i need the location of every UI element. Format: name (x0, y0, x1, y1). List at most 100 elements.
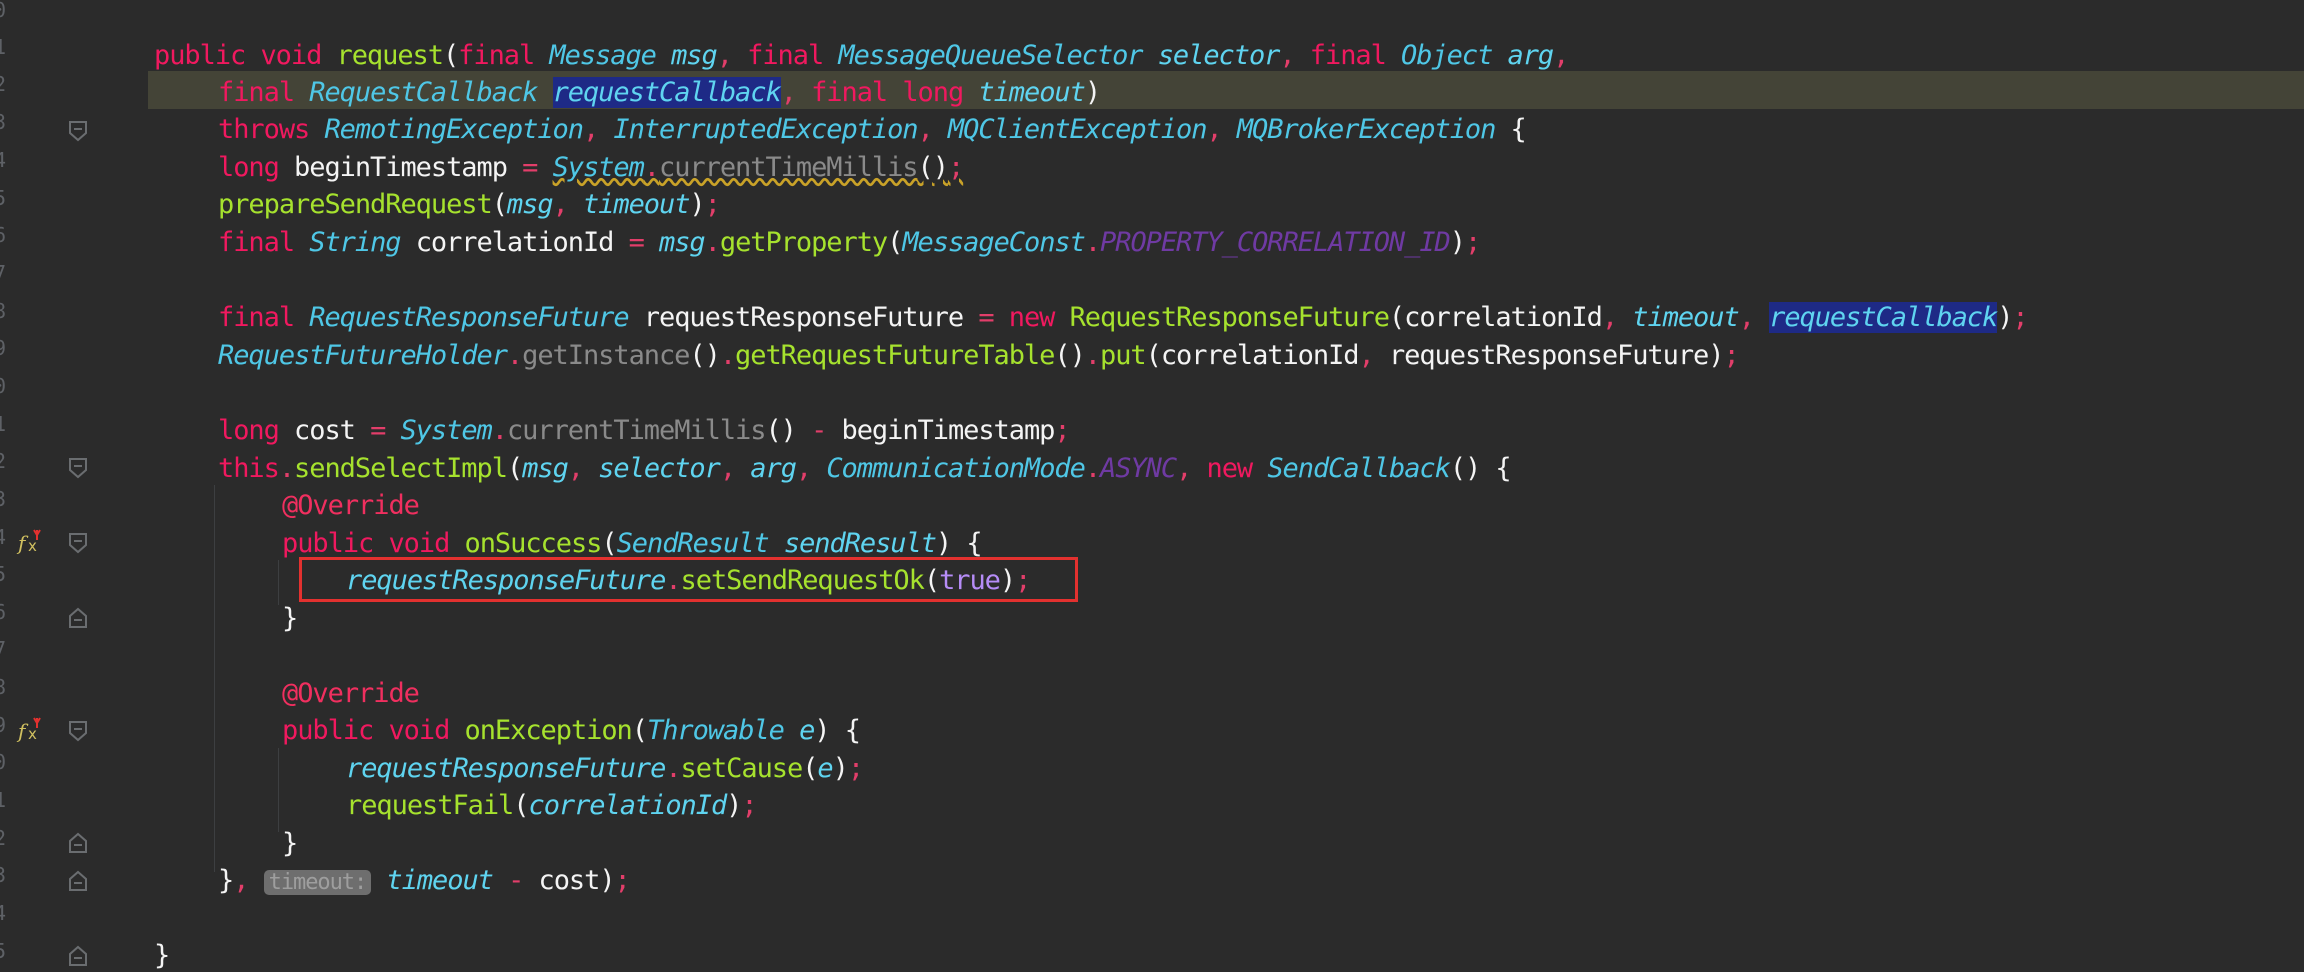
punct: ( (491, 189, 508, 220)
annotation: @Override (282, 678, 420, 709)
type-name: SendCallback (1267, 453, 1451, 484)
keyword: public (154, 40, 246, 71)
param: msg (506, 189, 554, 220)
type-name: RequestCallback (309, 77, 538, 108)
code-line: } (282, 600, 298, 637)
punct: } (154, 940, 170, 971)
punct: . (665, 753, 681, 784)
code-line: requestFail(correlationId); (346, 787, 758, 824)
param: msg (522, 453, 569, 484)
method-call: setCause (680, 753, 804, 784)
punct: } (282, 828, 298, 859)
keyword: final (458, 40, 535, 71)
selected-identifier[interactable]: requestCallback (1769, 302, 1998, 333)
identifier: requestResponseFuture (628, 302, 979, 333)
identifier: (correlationId (1388, 302, 1603, 333)
punct: , (552, 189, 583, 220)
punct: ; (1723, 340, 1739, 371)
punct: , (716, 40, 748, 71)
type-name: Message (549, 40, 657, 71)
punct: ; (847, 753, 864, 784)
keyword: public (282, 715, 374, 746)
type-name: MessageConst (902, 227, 1086, 258)
punct: . (1084, 453, 1101, 484)
keyword: final (218, 77, 295, 108)
punct: ( (887, 227, 903, 258)
code-line: long beginTimestamp = System.currentTime… (218, 149, 964, 186)
punct: , (582, 114, 614, 145)
operator: = (522, 152, 538, 183)
operator: = (978, 302, 994, 333)
punct: , (1176, 453, 1207, 484)
punct: , (1601, 302, 1633, 333)
code-editor[interactable]: 0 1 2 3 4 5 6 7 8 9 0 1 2 3 4 5 6 7 8 9 … (0, 0, 2304, 972)
punct: ( (506, 453, 523, 484)
keyword: this (218, 453, 280, 484)
punct: , (233, 865, 264, 896)
keyword: void (388, 528, 450, 559)
punct: ) (726, 790, 742, 821)
method-name: onException (464, 715, 633, 746)
type-name: CommunicationMode (826, 453, 1086, 484)
type-name: InterruptedException (613, 114, 918, 145)
code-line: requestResponseFuture.setCause(e); (346, 750, 864, 787)
punct: ( (631, 715, 648, 746)
type-name: RequestResponseFuture (309, 302, 629, 333)
operator: - (811, 415, 827, 446)
punct: . (278, 453, 295, 484)
type-name: System (400, 415, 493, 446)
method-call: getRequestFutureTable (735, 340, 1055, 371)
param: selector (598, 453, 721, 484)
type-name: Throwable (646, 715, 785, 746)
punct: ; (1464, 227, 1481, 258)
punct: , (567, 453, 599, 484)
punct: () (689, 340, 720, 371)
punct: , (1279, 40, 1310, 71)
param: e (817, 753, 833, 784)
punct: ) { (814, 715, 861, 746)
method-call: prepareSendRequest (218, 189, 493, 220)
selected-identifier[interactable]: requestCallback (552, 77, 782, 108)
identifier: beginTimestamp (826, 415, 1056, 446)
punct: , (1206, 114, 1237, 145)
operator: = (370, 415, 386, 446)
punct: ; (2012, 302, 2028, 333)
keyword: void (388, 715, 450, 746)
code-line: public void request(final Message msg, f… (154, 37, 1569, 74)
keyword: final (218, 227, 295, 258)
method-call: put (1100, 340, 1147, 371)
punct: , (719, 453, 751, 484)
method-call: getInstance (522, 340, 690, 371)
method-call: currentTimeMillis (659, 152, 919, 183)
code-line: RequestFutureHolder.getInstance().getReq… (218, 337, 1740, 374)
param: timeout (386, 865, 494, 896)
type-name: RequestFutureHolder (218, 340, 508, 371)
code-line: prepareSendRequest(msg, timeout); (218, 186, 721, 223)
punct: ) (1997, 302, 2013, 333)
code-area[interactable]: public void request(final Message msg, f… (0, 0, 2304, 972)
punct: } (282, 603, 298, 634)
code-line: public void onException(Throwable e) { (282, 712, 861, 749)
code-line: } (154, 937, 170, 972)
punct: . (491, 415, 508, 446)
type-name: RemotingException (324, 114, 584, 145)
punct: ( (442, 40, 459, 71)
code-line: @Override (282, 675, 420, 712)
method-call: requestFail (346, 790, 514, 821)
method-call: getProperty (719, 227, 888, 258)
